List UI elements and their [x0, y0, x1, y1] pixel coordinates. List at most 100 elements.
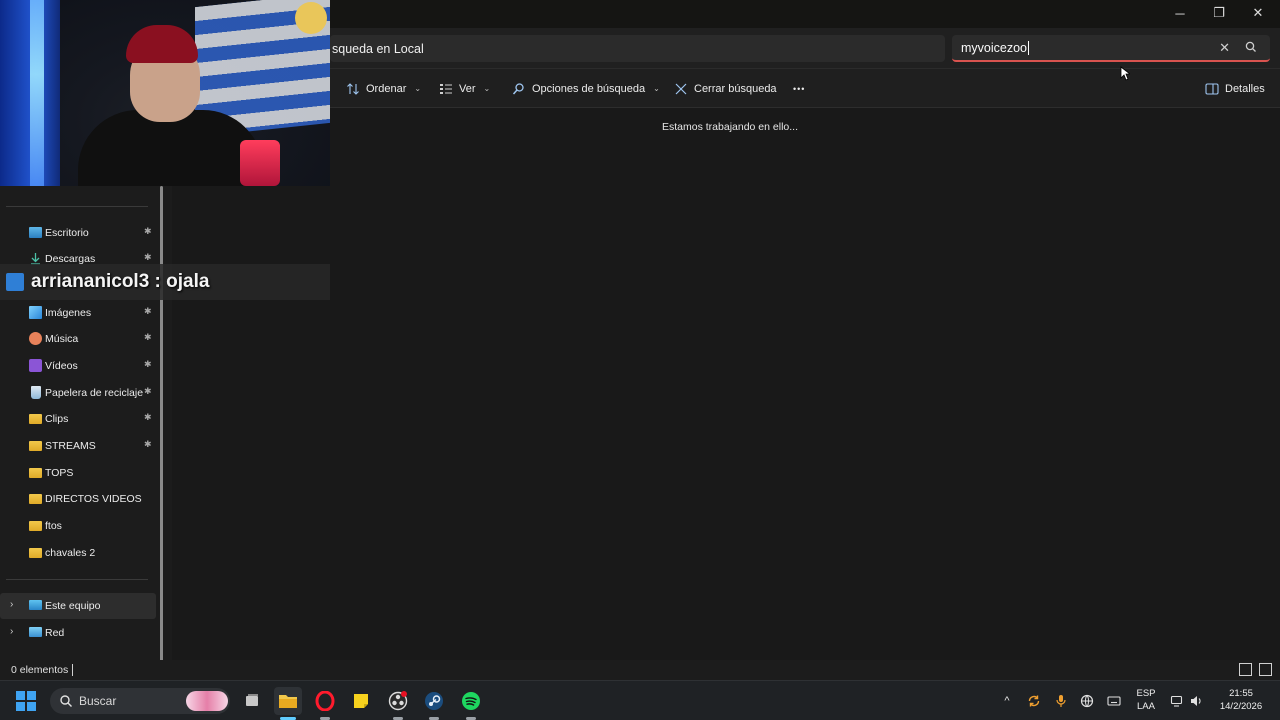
nav-item-label: Este equipo — [45, 600, 101, 612]
nav-item-imagenes[interactable]: Imágenes ✱ — [0, 300, 156, 326]
desktop-icon — [29, 227, 42, 238]
close-search-button[interactable]: Cerrar búsqueda — [674, 69, 777, 108]
chevron-up-icon: ^ — [1004, 695, 1010, 707]
nav-item-label: STREAMS — [45, 440, 96, 452]
nav-item-papelera[interactable]: Papelera de reciclaje ✱ — [0, 380, 156, 406]
sync-tray-button[interactable] — [1024, 681, 1044, 720]
keyboard-layout-code: LAA — [1137, 701, 1155, 712]
this-pc-icon — [29, 600, 42, 610]
nav-item-label: Papelera de reciclaje — [45, 387, 144, 399]
nav-item-directos-videos[interactable]: DIRECTOS VIDEOS — [0, 486, 156, 512]
nav-item-videos[interactable]: Vídeos ✱ — [0, 353, 156, 379]
nav-item-musica[interactable]: Música ✱ — [0, 326, 156, 352]
steam-app[interactable] — [420, 687, 448, 720]
close-button[interactable]: ✕ — [1238, 0, 1278, 26]
microphone-icon — [1056, 695, 1066, 707]
nav-item-ftos[interactable]: ftos — [0, 513, 156, 539]
spotify-icon — [462, 692, 480, 710]
pin-icon[interactable]: ✱ — [144, 386, 152, 397]
security-tray-button[interactable] — [1077, 681, 1097, 720]
nav-item-label: Vídeos — [45, 360, 78, 372]
nav-item-clips[interactable]: Clips ✱ — [0, 406, 156, 432]
speaker-icon — [1191, 696, 1201, 706]
sticky-notes-app[interactable] — [347, 687, 375, 715]
pin-icon[interactable]: ✱ — [144, 306, 152, 317]
details-label: Detalles — [1225, 82, 1265, 95]
search-icon[interactable] — [1244, 40, 1258, 54]
nav-divider — [6, 206, 148, 207]
search-highlight-art-icon — [186, 691, 228, 711]
globe-shield-icon — [1080, 694, 1094, 708]
mouse-cursor-icon — [1120, 66, 1130, 81]
pin-icon[interactable]: ✱ — [144, 439, 152, 450]
pin-icon[interactable]: ✱ — [144, 332, 152, 343]
folder-icon — [29, 414, 42, 424]
file-explorer-app[interactable] — [274, 687, 302, 720]
obs-app[interactable] — [384, 687, 412, 720]
chevron-down-icon: ⌄ — [483, 84, 491, 93]
address-bar[interactable]: squeda en Local — [330, 35, 945, 62]
network-status-icon — [1170, 695, 1183, 707]
breadcrumb-text: squeda en Local — [332, 41, 424, 56]
pin-icon[interactable]: ✱ — [144, 252, 152, 263]
nav-item-red[interactable]: › Red — [0, 620, 156, 646]
pin-icon[interactable]: ✱ — [144, 359, 152, 370]
minimize-button[interactable]: ─ — [1160, 0, 1200, 26]
more-options-button[interactable]: ••• — [793, 69, 805, 108]
webcam-overlay — [0, 0, 330, 186]
sort-button[interactable]: Ordenar ⌄ — [346, 69, 421, 108]
file-list-area[interactable]: Estamos trabajando en ello... — [172, 108, 1280, 660]
spotify-app[interactable] — [457, 687, 485, 720]
task-view-button[interactable] — [238, 687, 266, 715]
network-tray-button[interactable] — [1167, 681, 1187, 720]
pin-icon[interactable]: ✱ — [144, 226, 152, 237]
volume-tray-button[interactable] — [1186, 681, 1206, 720]
search-options-button[interactable]: Opciones de búsqueda ⌄ — [512, 69, 660, 108]
folder-icon — [29, 521, 42, 531]
windows-logo-tile — [27, 691, 36, 700]
chat-message: arriananicol3 : ojala — [31, 271, 210, 292]
view-icon — [440, 83, 452, 94]
opera-icon — [315, 691, 335, 711]
view-button[interactable]: Ver ⌄ — [439, 69, 490, 108]
sort-label: Ordenar — [366, 82, 407, 95]
keyboard-tray-button[interactable] — [1104, 681, 1124, 720]
expand-chevron-icon[interactable]: › — [10, 599, 13, 610]
nav-item-este-equipo[interactable]: › Este equipo — [0, 593, 156, 619]
search-options-icon — [512, 82, 524, 94]
clock-date: 14/2/2026 — [1219, 701, 1263, 712]
close-search-label: Cerrar búsqueda — [694, 82, 777, 95]
nav-item-chavales-2[interactable]: chavales 2 — [0, 540, 156, 566]
windows-logo-tile — [16, 702, 25, 711]
webcam-person-cap — [126, 25, 198, 63]
search-icon — [60, 695, 72, 707]
expand-chevron-icon[interactable]: › — [10, 626, 13, 637]
task-view-icon — [246, 694, 258, 706]
webcam-red-object — [240, 140, 280, 186]
language-code: ESP — [1136, 688, 1156, 699]
clock[interactable]: 21:55 14/2/2026 — [1212, 687, 1270, 713]
details-view-icon[interactable] — [1239, 663, 1252, 676]
clear-search-icon[interactable]: ✕ — [1219, 40, 1230, 56]
search-box[interactable]: myvoicezoo ✕ — [952, 35, 1270, 62]
sync-icon — [1028, 695, 1040, 707]
folder-icon — [29, 494, 42, 504]
nav-item-tops[interactable]: TOPS — [0, 460, 156, 486]
large-icons-view-icon[interactable] — [1259, 663, 1272, 676]
clock-time: 21:55 — [1229, 688, 1253, 699]
nav-item-streams[interactable]: STREAMS ✱ — [0, 433, 156, 459]
windows-logo-tile — [27, 702, 36, 711]
microphone-tray-button[interactable] — [1051, 681, 1071, 720]
input-language-indicator[interactable]: ESP LAA — [1133, 687, 1159, 713]
maximize-button[interactable]: ❐ — [1199, 0, 1239, 26]
tray-overflow-button[interactable]: ^ — [998, 681, 1016, 720]
pin-icon[interactable]: ✱ — [144, 412, 152, 423]
search-input[interactable]: myvoicezoo — [961, 41, 1027, 55]
details-pane-button[interactable]: Detalles — [1205, 69, 1265, 108]
taskbar-search[interactable]: Buscar — [50, 688, 230, 714]
nav-item-escritorio[interactable]: Escritorio ✱ — [0, 220, 156, 246]
opera-app[interactable] — [311, 687, 339, 720]
start-button[interactable] — [16, 691, 36, 711]
navigation-pane: Escritorio ✱ Descargas ✱ Imágenes ✱ Músi… — [0, 108, 172, 720]
nav-item-label: DIRECTOS VIDEOS — [45, 493, 142, 505]
